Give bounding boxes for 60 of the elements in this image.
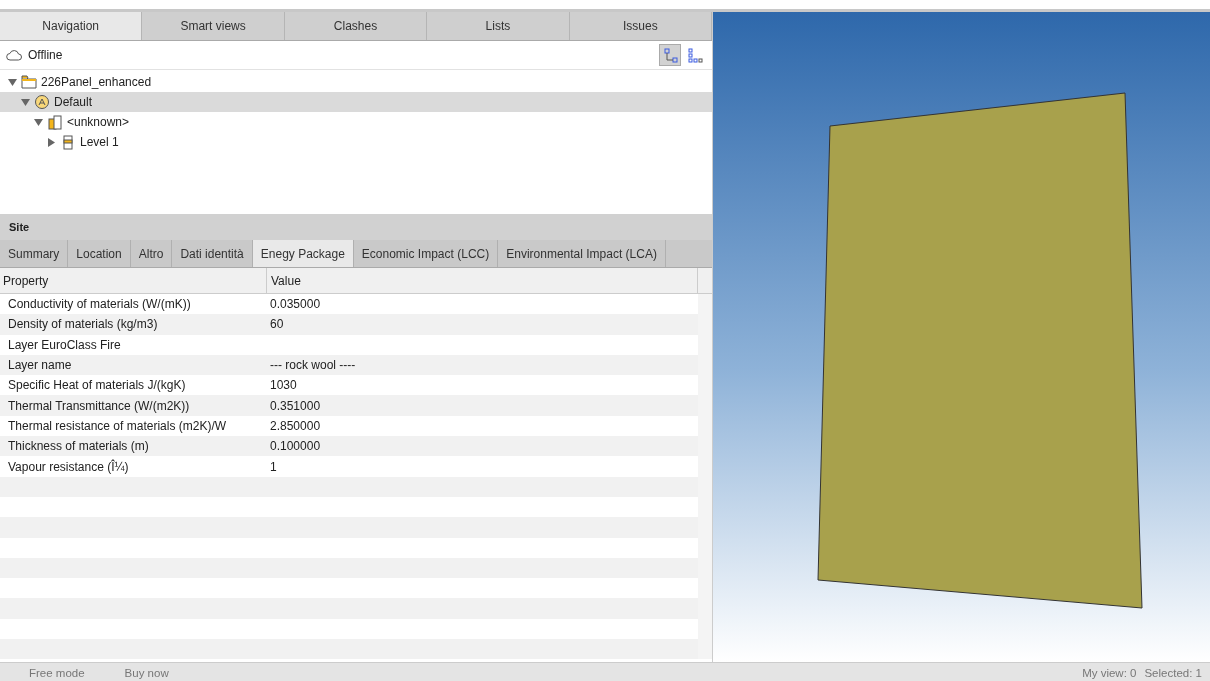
collapsed-arrow-icon[interactable] [47,137,56,147]
table-cell-text: 2.850000 [269,418,322,433]
table-row[interactable]: Layer EuroClass Fire [0,334,698,355]
tree-item[interactable]: <unknown> [0,112,712,132]
status-text: Free mode [29,666,85,679]
table-row[interactable]: Density of materials (kg/m3) 60 [0,314,698,335]
column-header[interactable]: Property [0,268,267,293]
table-row[interactable]: Layer name --- rock wool ---- [0,354,698,376]
connection-status: Offline [28,48,63,62]
tree-view-toggle[interactable] [659,44,681,66]
property-tab[interactable]: Enegy Package [252,240,354,267]
table-cell-text: 0.351000 [269,398,322,413]
folder-icon [21,74,37,90]
level-icon [60,134,76,150]
tree-item[interactable]: Default [0,92,712,112]
building-icon [47,114,63,130]
tree-item[interactable]: Level 1 [0,132,712,152]
table-cell-text: 1030 [269,378,298,393]
column-header[interactable]: Value [267,273,697,288]
table-cell-text: Thickness of materials (m) [7,439,150,454]
table-row[interactable]: Thickness of materials (m) 0.100000 [0,436,698,457]
tree-item[interactable]: 226Panel_enhanced [0,72,712,92]
panel-tab[interactable]: Clashes [284,12,428,40]
table-cell-text: Layer name [7,358,73,373]
table-row[interactable]: Vapour resistance (Î¼) 1 [0,456,698,477]
panel-tab[interactable]: Navigation [0,12,143,40]
property-tab[interactable]: Dati identità [172,240,253,267]
table-row[interactable]: Conductivity of materials (W/(mK)) 0.035000 [0,294,698,315]
expanded-arrow-icon[interactable] [21,97,30,107]
table-cell-text: 60 [269,317,285,332]
property-tab[interactable]: Location [68,240,131,267]
expanded-arrow-icon[interactable] [8,77,17,87]
panel-tab[interactable]: Smart views [142,12,285,40]
table-cell-text: Density of materials (kg/m3) [7,317,159,332]
panel-tab[interactable]: Lists [427,12,570,40]
status-text: My view: 0 [1082,666,1137,679]
table-cell-text: Layer EuroClass Fire [7,337,122,352]
cloud-icon [6,49,22,61]
table-cell-text: Thermal Transmittance (W/(m2K)) [7,398,191,413]
panel-tab[interactable]: Issues [569,12,713,40]
table-cell-text: 1 [269,459,278,474]
table-cell-text: 0.035000 [269,297,322,312]
property-tab[interactable]: Altro [130,240,173,267]
site-icon [34,94,50,110]
table-cell-text: 0.100000 [269,439,322,454]
property-tab[interactable]: Environmental Impact (LCA) [498,240,666,267]
status-text: Selected: 1 [1144,666,1202,679]
property-tab[interactable]: Economic Impact (LCC) [353,240,499,267]
table-cell-text: Thermal resistance of materials (m2K)/W [7,418,228,433]
expanded-arrow-icon[interactable] [34,117,43,127]
table-cell-text: Specific Heat of materials J/(kgK) [7,378,187,393]
status-text: Buy now [124,666,169,679]
property-tab[interactable]: Summary [0,240,69,267]
table-row[interactable]: Thermal resistance of materials (m2K)/W 2.850000 [0,415,698,437]
table-row[interactable]: Thermal Transmittance (W/(m2K)) 0.351000 [0,395,698,416]
table-row[interactable]: Specific Heat of materials J/(kgK) 1030 [0,375,698,396]
table-cell-text: --- rock wool ---- [269,358,357,373]
table-cell-text: Conductivity of materials (W/(mK)) [7,297,192,312]
properties-title: Site [9,221,30,233]
table-cell-text: Vapour resistance (Î¼) [7,459,130,474]
